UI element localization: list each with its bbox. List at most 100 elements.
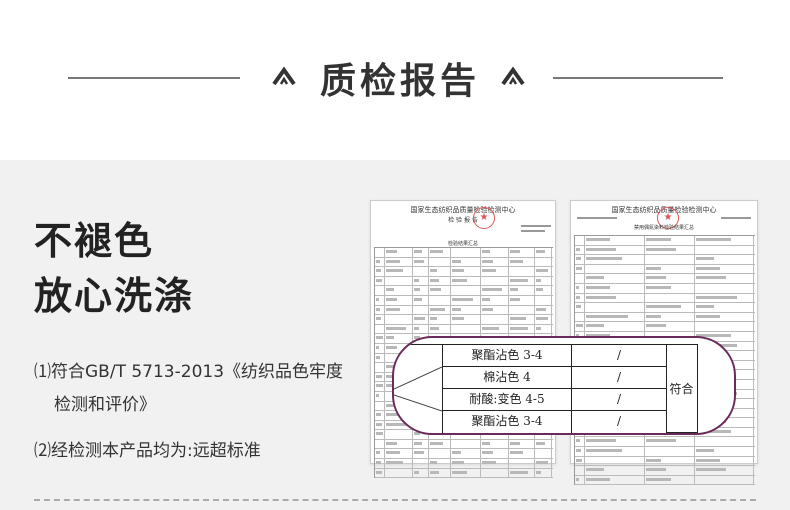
report-cell-text bbox=[510, 470, 528, 474]
report-cell-text bbox=[576, 257, 581, 261]
report-cell-text bbox=[536, 470, 541, 474]
report-cell bbox=[575, 312, 585, 322]
report-cell-text bbox=[414, 317, 425, 321]
report-cell-text bbox=[536, 461, 548, 465]
report-cell bbox=[413, 439, 429, 449]
report-cell-text bbox=[386, 336, 394, 340]
report-cell-text bbox=[376, 422, 382, 426]
report-cell bbox=[481, 459, 509, 468]
report-cell bbox=[375, 401, 385, 411]
report-row bbox=[575, 245, 755, 256]
report-cell-text bbox=[376, 470, 382, 474]
report-org: 国家生态纺织品质量检验检测中心 bbox=[410, 206, 516, 214]
report-cell-text bbox=[696, 257, 714, 261]
report-cell bbox=[385, 334, 413, 343]
report-cell bbox=[535, 439, 552, 449]
report-cell bbox=[413, 267, 429, 276]
report-cell-text bbox=[376, 413, 381, 417]
report-cell bbox=[509, 468, 535, 478]
report-cell bbox=[585, 293, 645, 303]
report-row bbox=[375, 324, 553, 335]
report-cell bbox=[585, 447, 645, 456]
report-cell-text bbox=[536, 441, 545, 445]
report-cell bbox=[535, 324, 552, 334]
report-cell bbox=[585, 475, 645, 485]
report-cell-text bbox=[386, 288, 394, 292]
report-cell bbox=[481, 449, 509, 459]
report-cell bbox=[429, 305, 451, 315]
report-cell bbox=[535, 286, 552, 295]
report-cell-text bbox=[586, 247, 616, 251]
report-cell bbox=[645, 322, 695, 331]
report-cell-text bbox=[646, 468, 666, 472]
overlay-result: 符合 bbox=[666, 344, 698, 433]
report-cell bbox=[645, 312, 695, 322]
report-cell bbox=[695, 293, 754, 303]
report-cell bbox=[535, 248, 552, 257]
report-row bbox=[575, 283, 755, 294]
report-cell-text bbox=[376, 297, 379, 301]
report-row bbox=[575, 255, 755, 265]
report-cell-text bbox=[376, 336, 383, 340]
report-cell-text bbox=[586, 468, 604, 472]
report-cell bbox=[575, 245, 585, 255]
report-cell bbox=[413, 276, 429, 286]
report-cell-text bbox=[452, 307, 461, 311]
report-cell-text bbox=[510, 326, 528, 330]
report-cell bbox=[695, 245, 754, 255]
report-cell-text bbox=[696, 276, 726, 280]
seal-icon: ★ bbox=[473, 207, 495, 229]
report-cell bbox=[429, 468, 451, 478]
report-cell bbox=[429, 315, 451, 324]
report-cell-text bbox=[510, 441, 520, 445]
report-cell bbox=[385, 295, 413, 305]
report-cell bbox=[535, 276, 552, 286]
report-cell-text bbox=[576, 305, 581, 309]
report-cell bbox=[481, 257, 509, 267]
report-cell bbox=[375, 248, 385, 257]
report-cell bbox=[385, 305, 413, 315]
report-cell-text bbox=[696, 266, 720, 270]
report-cell-text bbox=[376, 307, 380, 311]
report-cell bbox=[429, 439, 451, 449]
report-cell-text bbox=[576, 247, 580, 251]
report-cell bbox=[585, 466, 645, 475]
report-row bbox=[375, 459, 553, 469]
report-cell-text bbox=[576, 477, 579, 481]
report-cell-text bbox=[386, 307, 400, 311]
report-cell bbox=[451, 276, 481, 286]
slogan-line-2: 放心洗涤 bbox=[34, 274, 195, 318]
report-cell bbox=[585, 255, 645, 264]
report-cell bbox=[535, 267, 552, 276]
report-cell bbox=[645, 236, 695, 245]
report-cell bbox=[645, 245, 695, 255]
report-cell bbox=[375, 334, 385, 343]
report-cell-text bbox=[536, 326, 541, 330]
overlay-row: 聚酯沾色 3-4/ bbox=[443, 410, 667, 433]
report-cell-text bbox=[414, 441, 422, 445]
report-cell bbox=[375, 449, 385, 459]
report-cell-text bbox=[482, 250, 490, 253]
report-cell-text bbox=[414, 259, 424, 263]
report-cell bbox=[429, 459, 451, 468]
report-cell bbox=[481, 286, 509, 295]
report-row bbox=[375, 257, 553, 268]
report-row bbox=[575, 312, 755, 323]
report-row bbox=[375, 248, 553, 258]
report-row bbox=[575, 475, 755, 486]
report-cell bbox=[375, 372, 385, 382]
report-cell-text bbox=[482, 269, 496, 273]
report-cell-text bbox=[452, 317, 464, 321]
magnified-result-table: 聚酯沾色 3-4/棉沾色 4/耐酸:变色 4-5/聚酯沾色 3-4/ 符合 bbox=[392, 336, 736, 435]
report-row bbox=[575, 274, 755, 284]
report-cell-text bbox=[376, 345, 379, 349]
report-cell bbox=[575, 303, 585, 312]
report-cell-text bbox=[586, 324, 604, 328]
report-cell bbox=[375, 411, 385, 420]
report-cell-text bbox=[536, 307, 546, 311]
report-heading: 检 验 报 告 bbox=[448, 217, 478, 224]
report-cell bbox=[695, 475, 754, 485]
report-cell bbox=[575, 283, 585, 293]
overlay-item: 耐酸:变色 4-5 bbox=[443, 389, 572, 410]
report-cell bbox=[375, 430, 385, 439]
